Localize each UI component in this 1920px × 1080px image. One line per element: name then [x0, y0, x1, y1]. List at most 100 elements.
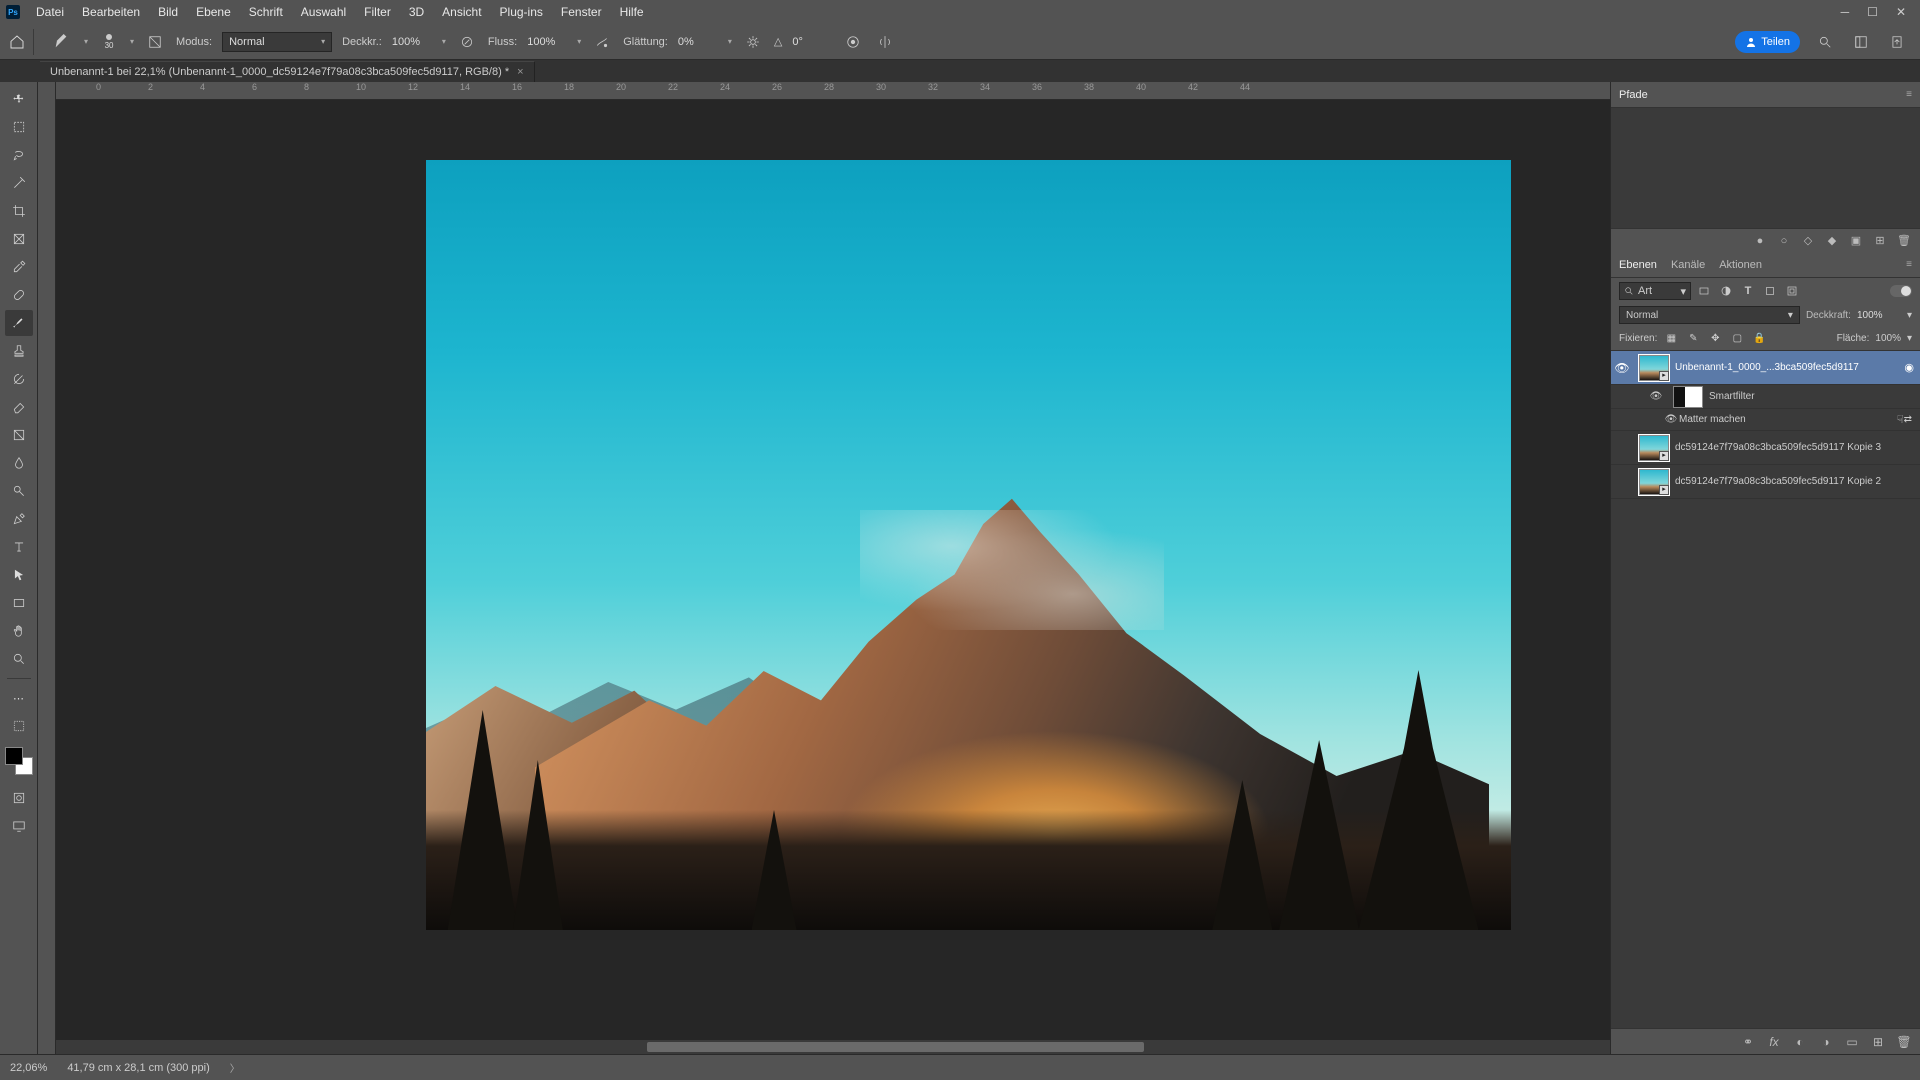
close-tab-icon[interactable]: × — [517, 66, 523, 78]
brush-settings-icon[interactable] — [144, 31, 166, 53]
filter-mask-thumbnail[interactable] — [1673, 386, 1703, 408]
document-tab[interactable]: Unbenannt-1 bei 22,1% (Unbenannt-1_0000_… — [40, 61, 535, 82]
eyedropper-tool[interactable] — [5, 254, 33, 280]
filter-smart-icon[interactable] — [1783, 282, 1801, 300]
angle-value[interactable]: 0° — [792, 36, 832, 48]
stamp-tool[interactable] — [5, 338, 33, 364]
crop-tool[interactable] — [5, 198, 33, 224]
chevron-down-icon[interactable]: ▾ — [577, 37, 581, 46]
more-tools-icon[interactable]: ⋯ — [5, 685, 33, 711]
eraser-tool[interactable] — [5, 394, 33, 420]
menu-ansicht[interactable]: Ansicht — [434, 2, 489, 22]
edit-toolbar-icon[interactable] — [5, 713, 33, 739]
mask-path-icon[interactable]: ▣ — [1848, 233, 1864, 249]
dodge-tool[interactable] — [5, 478, 33, 504]
hand-tool[interactable] — [5, 618, 33, 644]
heal-tool[interactable] — [5, 282, 33, 308]
layer-row[interactable]: 👁 ▸ Unbenannt-1_0000_...3bca509fec5d9117… — [1611, 351, 1920, 385]
menu-plugins[interactable]: Plug-ins — [492, 2, 551, 22]
menu-bild[interactable]: Bild — [150, 2, 186, 22]
menu-auswahl[interactable]: Auswahl — [293, 2, 354, 22]
fg-color-swatch[interactable] — [5, 747, 23, 765]
menu-ebene[interactable]: Ebene — [188, 2, 239, 22]
home-button[interactable] — [8, 29, 34, 55]
pen-tool[interactable] — [5, 506, 33, 532]
layer-thumbnail[interactable]: ▸ — [1639, 355, 1669, 381]
airbrush-icon[interactable] — [591, 31, 613, 53]
menu-fenster[interactable]: Fenster — [553, 2, 610, 22]
lock-pixels-icon[interactable]: ✎ — [1685, 330, 1701, 346]
color-swatches[interactable] — [5, 747, 33, 775]
marquee-tool[interactable] — [5, 114, 33, 140]
close-icon[interactable]: ✕ — [1896, 5, 1906, 19]
screenmode-icon[interactable] — [5, 813, 33, 839]
layer-name[interactable]: dc59124e7f79a08c3bca509fec5d9117 Kopie 2 — [1675, 476, 1920, 487]
minimize-icon[interactable]: ─ — [1841, 5, 1850, 19]
smoothing-gear-icon[interactable] — [742, 31, 764, 53]
filter-options-icon[interactable]: ⇄ — [1904, 414, 1920, 425]
filter-shape-icon[interactable] — [1761, 282, 1779, 300]
layer-row[interactable]: ▸ dc59124e7f79a08c3bca509fec5d9117 Kopie… — [1611, 465, 1920, 499]
filter-type-icon[interactable]: T — [1739, 282, 1757, 300]
filter-pixel-icon[interactable] — [1695, 282, 1713, 300]
layer-name[interactable]: dc59124e7f79a08c3bca509fec5d9117 Kopie 3 — [1675, 442, 1920, 453]
chevron-down-icon[interactable]: ▾ — [84, 37, 88, 46]
quickmask-icon[interactable] — [5, 785, 33, 811]
delete-layer-icon[interactable]: 🗑 — [1896, 1034, 1912, 1050]
filter-toggle[interactable] — [1890, 285, 1912, 297]
filter-name[interactable]: Matter machen — [1679, 414, 1891, 425]
layer-name[interactable]: Unbenannt-1_0000_...3bca509fec5d9117 — [1675, 362, 1904, 373]
document-dimensions[interactable]: 41,79 cm x 28,1 cm (300 ppi) — [67, 1062, 209, 1074]
status-arrow-icon[interactable]: 〉 — [230, 1060, 240, 1075]
path-select-tool[interactable] — [5, 562, 33, 588]
menu-schrift[interactable]: Schrift — [241, 2, 291, 22]
menu-filter[interactable]: Filter — [356, 2, 399, 22]
selection-path-icon[interactable]: ◇ — [1800, 233, 1816, 249]
filter-adjust-icon[interactable] — [1717, 282, 1735, 300]
menu-hilfe[interactable]: Hilfe — [612, 2, 652, 22]
new-layer-icon[interactable]: ⊞ — [1870, 1034, 1886, 1050]
pressure-opacity-icon[interactable] — [456, 31, 478, 53]
layer-thumbnail[interactable]: ▸ — [1639, 469, 1669, 495]
maximize-icon[interactable]: ☐ — [1867, 5, 1878, 19]
zoom-tool[interactable] — [5, 646, 33, 672]
share-button[interactable]: Teilen — [1735, 31, 1800, 53]
visibility-eye-icon[interactable]: 👁 — [1645, 391, 1667, 402]
tool-preset-icon[interactable] — [48, 29, 74, 55]
menu-3d[interactable]: 3D — [401, 2, 432, 22]
zoom-level[interactable]: 22,06% — [10, 1062, 47, 1074]
history-brush-tool[interactable] — [5, 366, 33, 392]
panel-flyout-icon[interactable]: ≡ — [1906, 89, 1912, 100]
chevron-down-icon[interactable]: ▾ — [728, 37, 732, 46]
blend-mode-dropdown[interactable]: Normal▾ — [222, 32, 332, 52]
layer-filter-search[interactable]: Art ▾ — [1619, 282, 1691, 300]
lock-artboard-icon[interactable]: ▢ — [1729, 330, 1745, 346]
pressure-size-icon[interactable] — [842, 31, 864, 53]
chevron-down-icon[interactable]: ▾ — [442, 37, 446, 46]
tab-paths[interactable]: Pfade — [1619, 89, 1648, 101]
opacity-value[interactable]: 100% — [392, 36, 432, 48]
menu-bearbeiten[interactable]: Bearbeiten — [74, 2, 148, 22]
move-tool[interactable] — [5, 86, 33, 112]
new-group-icon[interactable]: ▭ — [1844, 1034, 1860, 1050]
lock-transparency-icon[interactable]: ▦ — [1663, 330, 1679, 346]
gradient-tool[interactable] — [5, 422, 33, 448]
path-to-selection-icon[interactable]: ◆ — [1824, 233, 1840, 249]
type-tool[interactable] — [5, 534, 33, 560]
delete-path-icon[interactable]: 🗑 — [1896, 233, 1912, 249]
brush-tool[interactable] — [5, 310, 33, 336]
adjustment-layer-icon[interactable]: ◑ — [1818, 1034, 1834, 1050]
fill-value[interactable]: 100% — [1875, 333, 1901, 344]
chevron-down-icon[interactable]: ▾ — [130, 37, 134, 46]
layer-thumbnail[interactable]: ▸ — [1639, 435, 1669, 461]
layer-fx-icon[interactable]: fx — [1766, 1034, 1782, 1050]
canvas[interactable] — [56, 100, 1610, 1054]
lock-position-icon[interactable]: ✥ — [1707, 330, 1723, 346]
new-path-icon[interactable]: ⊞ — [1872, 233, 1888, 249]
workspace-icon[interactable] — [1850, 31, 1872, 53]
frame-tool[interactable] — [5, 226, 33, 252]
smartfilter-item[interactable]: 👁 Matter machen ☟ ⇄ — [1611, 409, 1920, 431]
smartfilter-row[interactable]: 👁 Smartfilter — [1611, 385, 1920, 409]
layer-opacity-value[interactable]: 100% — [1857, 310, 1901, 321]
layer-row[interactable]: ▸ dc59124e7f79a08c3bca509fec5d9117 Kopie… — [1611, 431, 1920, 465]
